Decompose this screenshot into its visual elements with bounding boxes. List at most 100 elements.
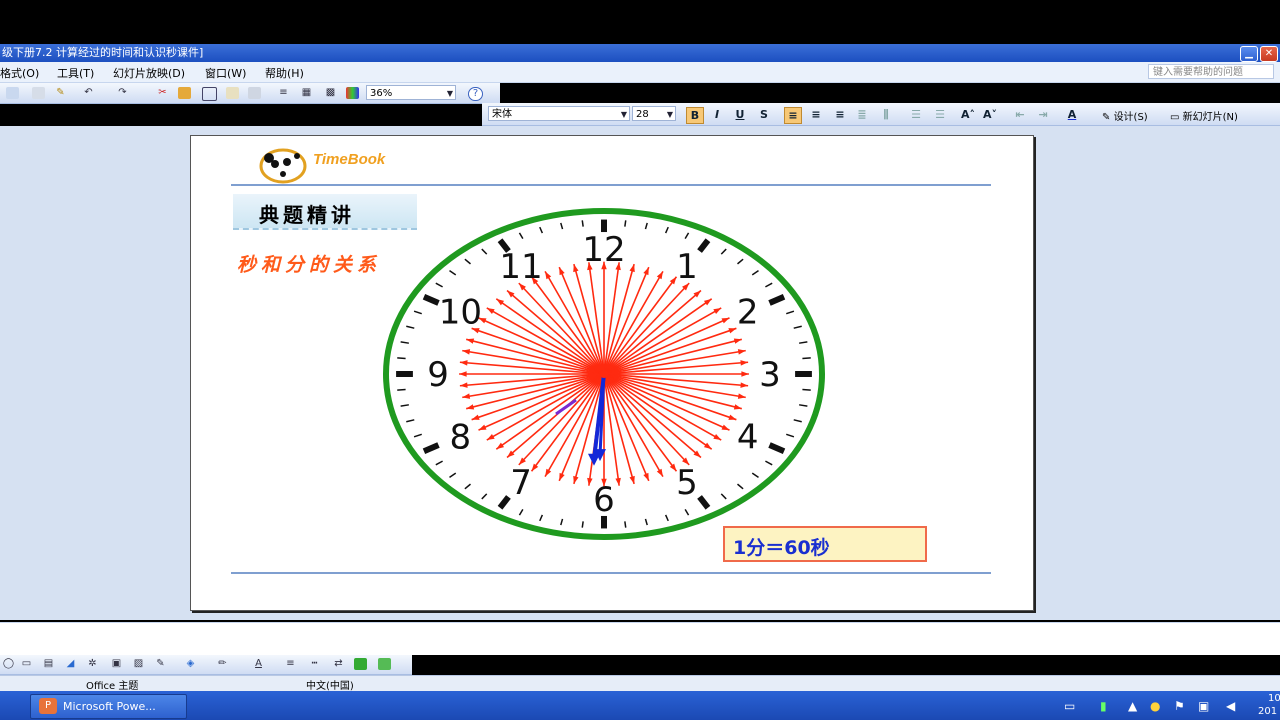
menu-bar: 格式(O) 工具(T) 幻灯片放映(D) 窗口(W) 帮助(H) 键入需要帮助的… [0,62,1280,83]
insert-icon[interactable] [226,87,239,99]
zoom-select[interactable]: 36% ▼ [366,85,456,100]
oval-icon[interactable]: ◯ [2,658,15,670]
taskbar-powerpoint-button[interactable]: P Microsoft Powe... [30,694,187,719]
clock-number: 9 [427,355,449,395]
notes-pane[interactable] [0,622,1280,655]
flag-icon[interactable]: ⚑ [1174,699,1185,713]
format-painter-icon[interactable]: ✎ [54,87,67,99]
speaker-icon[interactable]: ◀ [1226,699,1235,713]
increase-indent-icon[interactable]: ⇥ [1035,107,1051,122]
clock-number: 8 [450,417,472,457]
clock-number: 4 [737,417,759,457]
title-bar: 级下册7.2 计算经过的时间和认识秒课件] ▁ ✕ [0,44,1280,62]
increase-font-icon[interactable]: A˄ [960,107,976,122]
numbering-icon[interactable]: ☰ [908,107,924,122]
chevron-down-icon: ▼ [666,110,673,119]
dash-style-icon[interactable]: ┅ [308,658,321,670]
chart-icon[interactable] [178,87,191,99]
decrease-font-icon[interactable]: A˅ [982,107,998,122]
clock-number: 1 [676,247,698,287]
clock-number: 10 [439,293,482,333]
section-title: 典题精讲 [259,203,355,227]
color-icon[interactable] [346,87,359,99]
bold-icon[interactable]: B [686,107,704,124]
font-size-select[interactable]: 28 ▼ [632,106,676,121]
help-icon[interactable]: ? [468,87,483,101]
clock-number: 7 [510,463,532,503]
underline-icon[interactable]: U [732,107,748,122]
align-center-icon[interactable]: ≡ [808,107,824,122]
hyperlink-icon[interactable]: ✂ [156,87,169,99]
align-left-icon[interactable]: ≡ [784,107,802,124]
menu-slideshow[interactable]: 幻灯片放映(D) [113,65,185,81]
clock-face: 12 1234567891011 [383,208,825,540]
new-slide-label: 新幻灯片(N) [1182,112,1238,123]
font-name-select[interactable]: 宋体 ▼ [488,106,630,121]
color-grayscale-icon[interactable]: ▩ [324,87,337,99]
fill-color-icon[interactable]: ◈ [184,658,197,670]
clock-time[interactable]: 10 [1268,693,1280,704]
clock-tick [624,220,627,227]
bullets-icon[interactable]: ☰ [932,107,948,122]
vertical-textbox-icon[interactable]: ▤ [42,658,55,670]
paste-icon[interactable] [32,87,45,99]
close-icon[interactable]: ✕ [1260,46,1278,62]
line-color-icon[interactable]: ✏ [216,658,229,670]
minimize-icon[interactable]: ▁ [1240,46,1258,62]
decrease-indent-icon[interactable]: ⇤ [1012,107,1028,122]
justify-icon[interactable]: ≣ [854,107,870,122]
powerpoint-icon: P [39,698,57,714]
wordart-icon[interactable]: ◢ [64,658,77,670]
grid-icon[interactable]: ▦ [300,87,313,99]
align-right-icon[interactable]: ≡ [832,107,848,122]
copy-icon[interactable] [6,87,19,99]
battery-icon[interactable]: ▮ [1100,699,1107,713]
expand-icon[interactable] [248,87,261,99]
show-formatting-icon[interactable]: ≡ [277,87,290,99]
status-bar: Office 主题 中文(中国) [0,675,1280,692]
shadow-icon[interactable]: S [756,107,772,122]
textbox-icon[interactable]: ▭ [20,658,33,670]
diagram-icon[interactable]: ✲ [86,658,99,670]
zoom-value: 36% [370,88,393,99]
clock-date[interactable]: 201 [1258,706,1277,717]
table-icon[interactable] [202,87,217,101]
menu-window[interactable]: 窗口(W) [205,65,246,81]
shield-icon[interactable]: ● [1150,699,1160,713]
clipart-icon[interactable]: ▣ [110,658,123,670]
line-style-icon[interactable]: ≡ [284,658,297,670]
panda-logo-icon [259,148,307,184]
help-search-input[interactable]: 键入需要帮助的问题 [1148,64,1274,79]
clock-number: 11 [499,247,542,287]
font-color-icon[interactable]: A [1064,107,1080,122]
keyboard-icon[interactable]: ▭ [1064,699,1075,713]
shadow-style-icon[interactable] [354,658,367,670]
redo-icon[interactable]: ↷ [116,87,129,99]
pen-icon[interactable]: ✎ [154,658,167,670]
clock-tick [397,388,406,391]
network-icon[interactable]: ▣ [1198,699,1209,713]
clock-tick [802,357,811,360]
arrow-style-icon[interactable]: ⇄ [332,658,345,670]
slide-canvas[interactable]: TimeBook 典题精讲 秒和分的关系 12 1 2 3 4 5 6 7 8 9 10 11 1分＝… [190,135,1034,611]
menu-tools[interactable]: 工具(T) [57,65,94,81]
new-slide-button[interactable]: ▭ 新幻灯片(N) [1170,108,1238,123]
menu-help[interactable]: 帮助(H) [265,65,304,81]
undo-icon[interactable]: ↶ [82,87,95,99]
clock-tick [581,220,584,227]
text-color-icon[interactable]: A [252,658,265,670]
distribute-icon[interactable]: ⫼ [878,107,894,122]
design-button[interactable]: ✎ 设计(S) [1102,108,1148,123]
show-hidden-icon[interactable]: ▲ [1128,699,1137,713]
bottom-divider [231,572,991,574]
standard-toolbar: ✎ ↶ ↷ ✂ ≡ ▦ ▩ 36% ▼ ? [0,83,500,104]
status-theme: Office 主题 [86,681,139,692]
picture-icon[interactable]: ▨ [132,658,145,670]
clock-tick [397,357,406,360]
top-divider [231,184,991,186]
clock-number: 12 [582,230,625,270]
clock-number: 2 [737,293,759,333]
menu-format[interactable]: 格式(O) [0,65,39,81]
3d-style-icon[interactable] [378,658,391,670]
italic-icon[interactable]: I [709,107,725,122]
